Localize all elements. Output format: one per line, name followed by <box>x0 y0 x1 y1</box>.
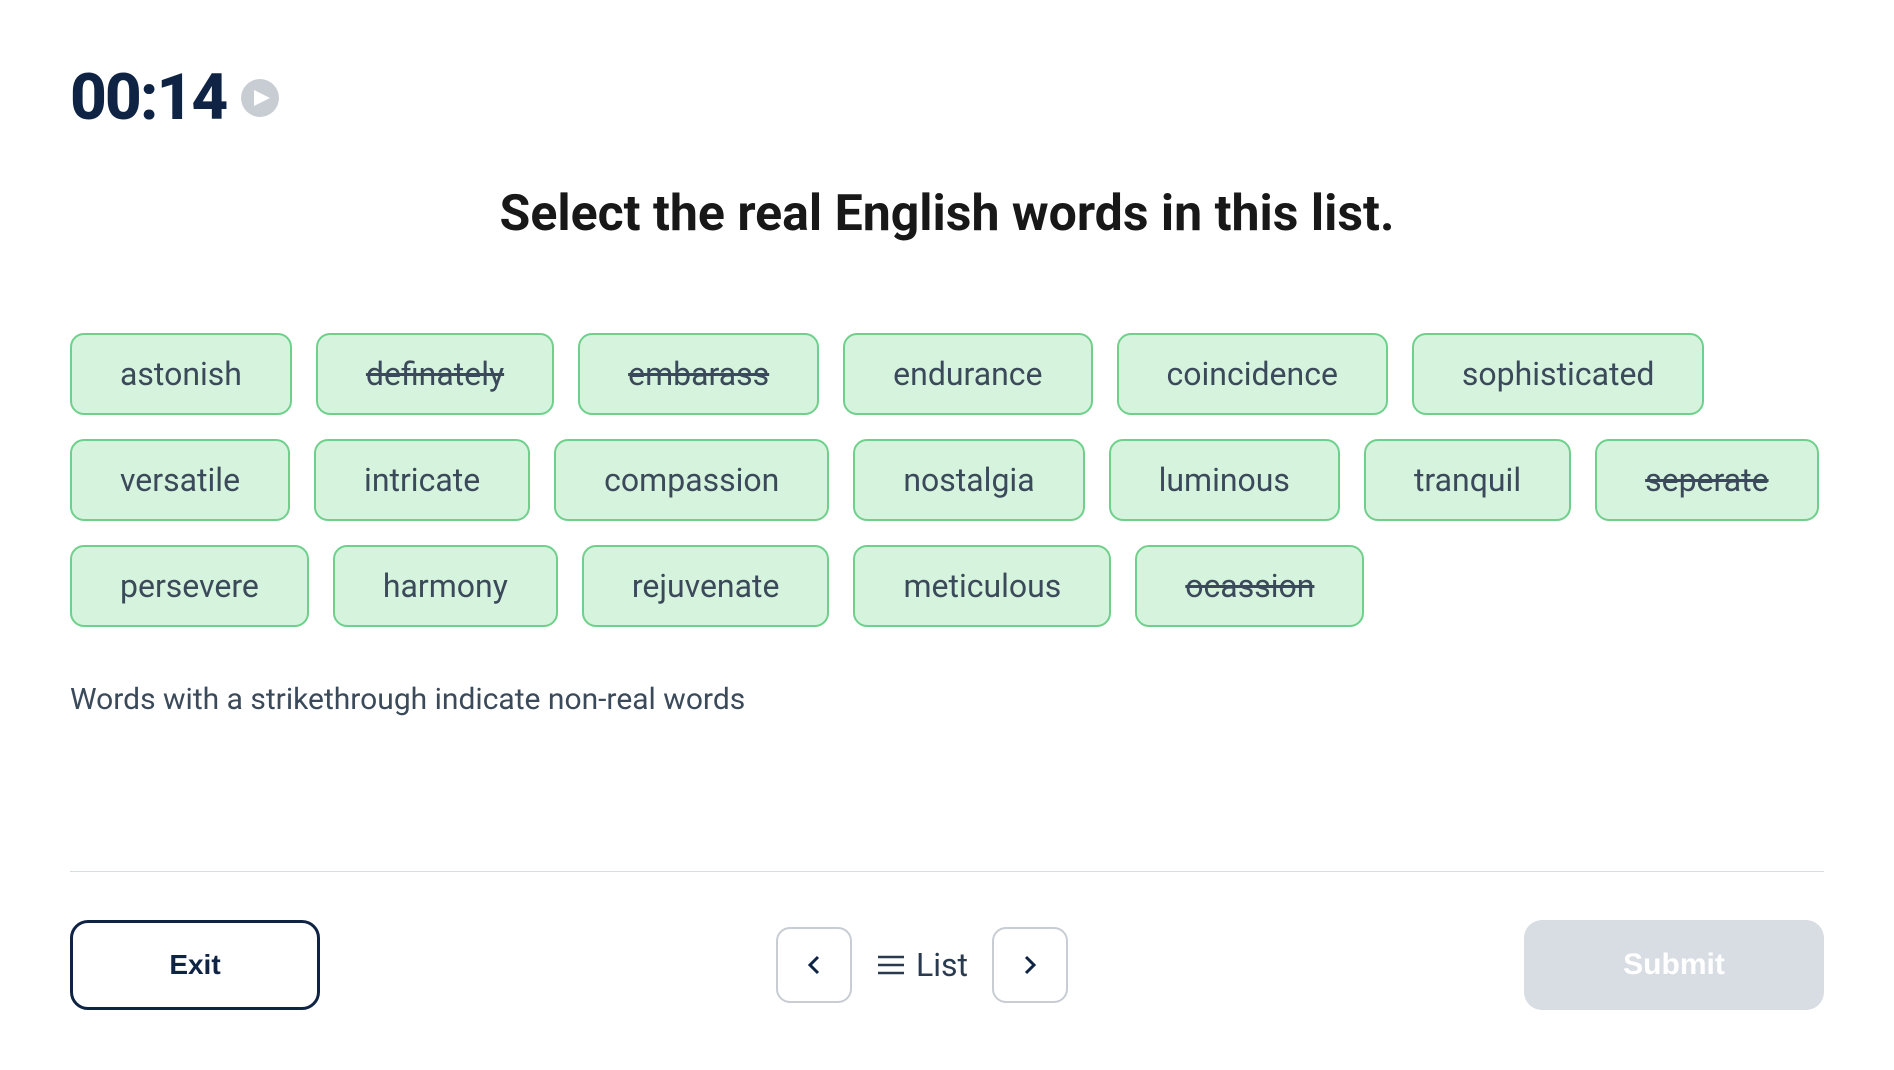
next-button[interactable] <box>992 927 1068 1003</box>
footer: Exit List Submit <box>70 871 1824 1010</box>
instruction-title: Select the real English words in this li… <box>70 185 1824 243</box>
word-chip[interactable]: meticulous <box>853 545 1111 627</box>
word-chip[interactable]: endurance <box>843 333 1092 415</box>
word-chip[interactable]: compassion <box>554 439 829 521</box>
timer-row: 00:14 <box>70 60 1824 135</box>
word-chip[interactable]: persevere <box>70 545 309 627</box>
list-button[interactable]: List <box>876 946 968 984</box>
exit-button[interactable]: Exit <box>70 920 320 1010</box>
play-icon[interactable] <box>241 79 279 117</box>
submit-button[interactable]: Submit <box>1524 920 1824 1010</box>
timer-display: 00:14 <box>70 60 226 135</box>
divider <box>70 871 1824 872</box>
word-chip[interactable]: harmony <box>333 545 558 627</box>
list-icon <box>876 953 906 977</box>
nav-group: List <box>776 927 1068 1003</box>
word-chip[interactable]: nostalgia <box>853 439 1084 521</box>
word-chip[interactable]: sophisticated <box>1412 333 1705 415</box>
word-chip[interactable]: seperate <box>1595 439 1818 521</box>
word-chip[interactable]: intricate <box>314 439 530 521</box>
word-chip[interactable]: ocassion <box>1135 545 1364 627</box>
prev-button[interactable] <box>776 927 852 1003</box>
word-chip[interactable]: tranquil <box>1364 439 1571 521</box>
word-chip[interactable]: rejuvenate <box>582 545 830 627</box>
word-chip[interactable]: coincidence <box>1117 333 1388 415</box>
strikethrough-note: Words with a strikethrough indicate non-… <box>70 682 1824 717</box>
word-chip[interactable]: astonish <box>70 333 292 415</box>
word-chip[interactable]: versatile <box>70 439 290 521</box>
chevron-left-icon <box>802 953 826 977</box>
word-chip[interactable]: definately <box>316 333 554 415</box>
word-chip[interactable]: embarass <box>578 333 819 415</box>
list-label: List <box>916 946 968 984</box>
chevron-right-icon <box>1018 953 1042 977</box>
word-grid: astonish definately embarass endurance coinc… <box>70 333 1824 627</box>
word-chip[interactable]: luminous <box>1109 439 1340 521</box>
